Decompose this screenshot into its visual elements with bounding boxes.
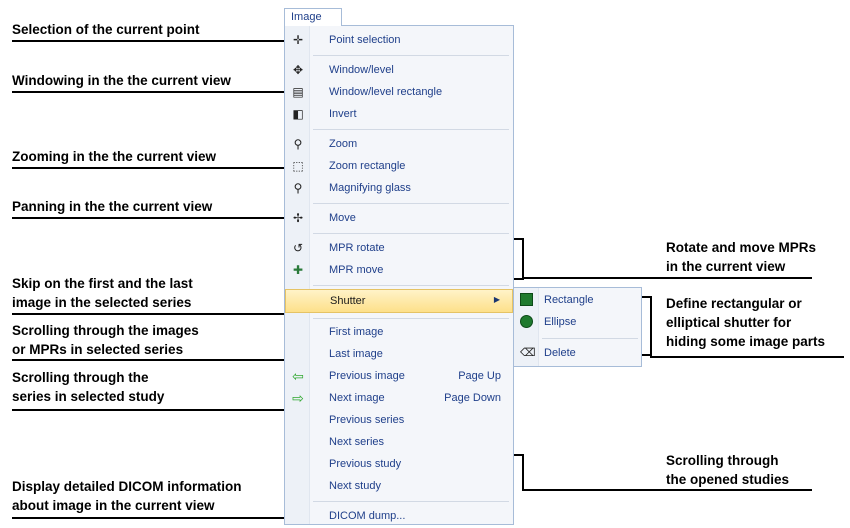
menu-item-label: Ellipse xyxy=(544,316,577,328)
submenu-item-rectangle[interactable]: Rectangle xyxy=(514,290,641,312)
leader-line xyxy=(12,167,288,169)
menu-item-magnifying-glass[interactable]: ⚲ Magnifying glass xyxy=(285,178,513,200)
submenu-item-ellipse[interactable]: Ellipse xyxy=(514,312,641,334)
submenu-arrow-icon: ▶ xyxy=(493,295,500,304)
menu-item-next-series[interactable]: Next series xyxy=(285,432,513,454)
menu-item-label: First image xyxy=(329,326,384,338)
annotation-shutter: Define rectangular or elliptical shutter… xyxy=(666,296,826,349)
menu-item-shutter[interactable]: Shutter ▶ xyxy=(285,289,513,313)
leader-line xyxy=(650,356,844,358)
menu-item-label: Zoom rectangle xyxy=(329,160,406,172)
annotation-mpr: Rotate and move MPRs in the current view xyxy=(666,240,817,274)
menu-item-label: MPR move xyxy=(329,264,384,276)
annotation-scroll-series: Scrolling through the series in selected… xyxy=(12,370,165,404)
separator xyxy=(313,129,509,130)
separator xyxy=(542,338,638,339)
menu-item-label: Shutter xyxy=(330,295,366,307)
menu-item-label: Magnifying glass xyxy=(329,182,411,194)
annotation-studies: Scrolling through the opened studies xyxy=(666,453,790,487)
menu-item-next-study[interactable]: Next study xyxy=(285,476,513,498)
menu-item-label: Next series xyxy=(329,436,385,448)
separator xyxy=(313,318,509,319)
menu-item-label: Delete xyxy=(544,347,576,359)
arrow-right-icon: ⇨ xyxy=(292,390,304,406)
menu-item-label: Previous series xyxy=(329,414,405,426)
menu-item-label: Rectangle xyxy=(544,294,594,306)
separator xyxy=(313,285,509,286)
menu-item-label: Move xyxy=(329,212,356,224)
point-selection-icon: ✛ xyxy=(292,33,304,47)
menu-item-window-level-rectangle[interactable]: ▤ Window/level rectangle xyxy=(285,82,513,104)
mpr-rotate-icon: ↺ xyxy=(292,241,304,255)
move-icon: ✢ xyxy=(292,211,304,225)
menu-item-label: Point selection xyxy=(329,34,401,46)
menu-item-zoom-rectangle[interactable]: ⬚ Zoom rectangle xyxy=(285,156,513,178)
rectangle-shutter-icon xyxy=(520,293,533,306)
menu-item-label: Window/level rectangle xyxy=(329,86,443,98)
window-level-icon: ✥ xyxy=(292,63,304,77)
shortcut-label: Page Down xyxy=(444,392,501,404)
leader-line xyxy=(12,91,288,93)
mpr-move-icon: ✚ xyxy=(292,263,304,277)
menu-item-label: MPR rotate xyxy=(329,242,385,254)
separator xyxy=(313,203,509,204)
bracket-line xyxy=(522,238,524,280)
menu-item-window-level[interactable]: ✥ Window/level xyxy=(285,60,513,82)
annotation-window: Windowing in the the current view xyxy=(12,73,231,88)
arrow-left-icon: ⇦ xyxy=(292,368,304,384)
image-menu: ✛ Point selection ✥ Window/level ▤ Windo… xyxy=(284,25,514,525)
menu-item-next-image[interactable]: ⇨ Next image Page Down xyxy=(285,388,513,410)
menu-item-zoom[interactable]: ⚲ Zoom xyxy=(285,134,513,156)
menu-item-first-image[interactable]: First image xyxy=(285,322,513,344)
annotation-zoom: Zooming in the the current view xyxy=(12,149,217,164)
submenu-item-delete[interactable]: ⌫ Delete xyxy=(514,343,641,365)
shutter-submenu: Rectangle Ellipse ⌫ Delete xyxy=(513,287,642,367)
annotation-dicom: Display detailed DICOM information about… xyxy=(12,479,242,513)
leader-line xyxy=(12,517,294,519)
zoom-rect-icon: ⬚ xyxy=(292,159,304,173)
separator xyxy=(313,501,509,502)
menu-title-image[interactable]: Image xyxy=(284,8,342,26)
zoom-icon: ⚲ xyxy=(293,137,303,151)
menu-item-label: Previous image xyxy=(329,370,405,382)
leader-line xyxy=(12,217,294,219)
menu-item-mpr-rotate[interactable]: ↺ MPR rotate xyxy=(285,238,513,260)
shortcut-label: Page Up xyxy=(458,370,501,382)
invert-icon: ◧ xyxy=(292,107,304,121)
bracket-line xyxy=(650,296,652,356)
menu-item-label: Zoom xyxy=(329,138,358,150)
menu-item-label: Window/level xyxy=(329,64,394,76)
separator xyxy=(313,233,509,234)
bracket-line xyxy=(522,454,524,490)
annotation-pan: Panning in the the current view xyxy=(12,199,213,214)
window-level-rect-icon: ▤ xyxy=(292,85,304,99)
menu-item-label: Last image xyxy=(329,348,383,360)
menu-item-label: Next image xyxy=(329,392,385,404)
menu-item-label: Next study xyxy=(329,480,381,492)
menu-item-invert[interactable]: ◧ Invert xyxy=(285,104,513,126)
eraser-icon: ⌫ xyxy=(520,347,536,359)
leader-line xyxy=(12,313,296,315)
menu-item-previous-study[interactable]: Previous study xyxy=(285,454,513,476)
leader-line xyxy=(12,359,296,361)
leader-line xyxy=(12,409,288,411)
ellipse-shutter-icon xyxy=(520,315,533,328)
leader-line xyxy=(522,489,812,491)
menu-item-previous-image[interactable]: ⇦ Previous image Page Up xyxy=(285,366,513,388)
menu-item-point-selection[interactable]: ✛ Point selection xyxy=(285,30,513,52)
leader-line xyxy=(522,277,812,279)
leader-line xyxy=(12,40,294,42)
annotation-skip: Skip on the first and the last image in … xyxy=(12,276,193,310)
menu-item-mpr-move[interactable]: ✚ MPR move xyxy=(285,260,513,282)
menu-item-move[interactable]: ✢ Move xyxy=(285,208,513,230)
menu-item-last-image[interactable]: Last image xyxy=(285,344,513,366)
separator xyxy=(313,55,509,56)
annotation-scroll-images: Scrolling through the images or MPRs in … xyxy=(12,323,199,357)
annotation-point: Selection of the current point xyxy=(12,22,200,37)
magnifier-icon: ⚲ xyxy=(293,181,303,195)
menu-item-label: DICOM dump... xyxy=(329,510,406,522)
menu-item-label: Invert xyxy=(329,108,357,120)
menu-item-label: Previous study xyxy=(329,458,402,470)
menu-item-previous-series[interactable]: Previous series xyxy=(285,410,513,432)
